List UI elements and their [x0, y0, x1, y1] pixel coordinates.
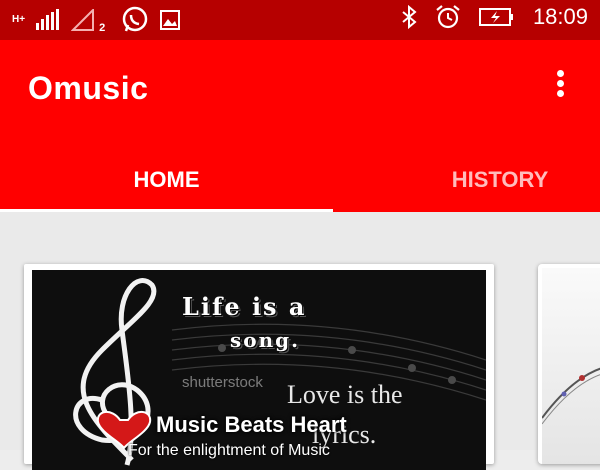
clock-time: 18:09	[532, 4, 588, 29]
status-left-icons: H+ 2	[12, 6, 181, 34]
signal-icon	[36, 9, 60, 30]
more-options-button[interactable]	[550, 70, 570, 104]
image-text-line2: song.	[230, 328, 301, 352]
whatsapp-icon	[122, 6, 148, 32]
app-title: Omusic	[28, 70, 149, 106]
music-illustration	[542, 367, 600, 425]
status-right-icons: 18:09	[401, 4, 588, 30]
image-text-line1: Life is a	[182, 292, 307, 321]
song-card-subtitle: For the enlightment of Music	[128, 442, 330, 459]
home-content[interactable]: Life is a song. shutterstock Love is the…	[0, 212, 600, 470]
tab-history[interactable]: HISTORY	[400, 150, 600, 210]
sim2-label: 2	[99, 22, 106, 34]
song-card-image: Life is a song. shutterstock Love is the…	[32, 270, 486, 470]
song-card-next[interactable]	[538, 264, 600, 464]
image-watermark: shutterstock	[182, 374, 263, 391]
song-card-next-image	[542, 268, 600, 464]
image-icon	[160, 10, 181, 30]
image-text-line3: Love is the	[287, 380, 403, 409]
network-type-label: H+	[12, 14, 26, 25]
no-signal-sim2-icon	[71, 9, 95, 31]
song-card-title: Music Beats Heart	[156, 412, 347, 437]
app-bar: Omusic HOME HISTORY	[0, 40, 600, 213]
more-vert-icon	[556, 70, 564, 77]
bluetooth-icon	[402, 5, 417, 29]
status-bar: H+ 2 18:09	[0, 0, 600, 40]
song-card[interactable]: Life is a song. shutterstock Love is the…	[24, 264, 494, 470]
alarm-icon	[436, 5, 460, 29]
battery-charging-icon	[478, 8, 513, 26]
tab-home[interactable]: HOME	[0, 150, 333, 210]
